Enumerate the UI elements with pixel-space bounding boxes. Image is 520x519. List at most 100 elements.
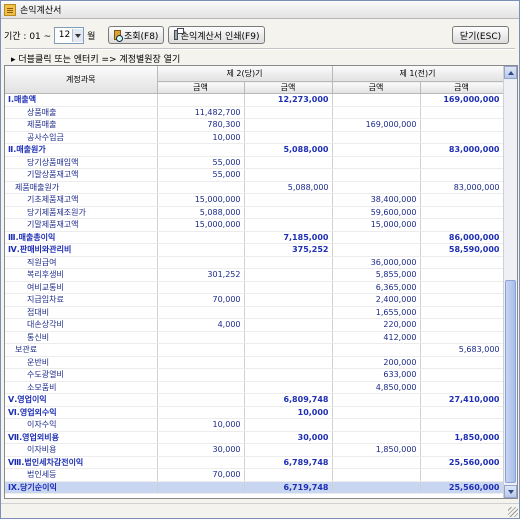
previous-amount-2-cell[interactable]: 1,850,000 bbox=[420, 431, 504, 444]
table-row[interactable]: 수도광열비 633,000 bbox=[5, 368, 504, 382]
account-cell[interactable]: 공사수입금 bbox=[5, 131, 158, 144]
table-row[interactable]: 기말상품재고액 55,000 bbox=[5, 168, 504, 182]
previous-amount-1-cell[interactable] bbox=[332, 406, 421, 419]
current-amount-1-cell[interactable]: 11,482,700 bbox=[157, 106, 245, 119]
current-amount-2-cell[interactable] bbox=[244, 443, 333, 457]
scroll-thumb[interactable] bbox=[505, 280, 516, 483]
previous-amount-2-cell[interactable] bbox=[420, 468, 504, 482]
previous-amount-1-cell[interactable] bbox=[332, 343, 421, 357]
current-amount-1-cell[interactable] bbox=[157, 343, 245, 357]
current-amount-2-cell[interactable] bbox=[244, 256, 333, 269]
previous-amount-2-cell[interactable] bbox=[420, 268, 504, 282]
account-cell[interactable]: Ⅱ.매출원가 bbox=[5, 143, 158, 157]
table-row[interactable]: Ⅳ.판매비와관리비 375,252 58,590,000 bbox=[5, 243, 504, 257]
table-row[interactable]: 법인세등 70,000 bbox=[5, 468, 504, 482]
previous-amount-1-cell[interactable] bbox=[332, 431, 421, 444]
current-amount-2-cell[interactable]: 12,273,000 bbox=[244, 93, 333, 107]
chevron-down-icon[interactable] bbox=[72, 28, 84, 42]
table-row[interactable]: 접대비 1,655,000 bbox=[5, 306, 504, 319]
table-row[interactable]: Ⅸ.당기순이익 6,719,748 25,560,000 bbox=[5, 481, 504, 494]
header-current-period[interactable]: 제 2(당)기 bbox=[157, 66, 333, 82]
account-cell[interactable]: 기초제품재고액 bbox=[5, 193, 158, 207]
previous-amount-1-cell[interactable] bbox=[332, 243, 421, 257]
current-amount-1-cell[interactable]: 4,000 bbox=[157, 318, 245, 332]
current-amount-1-cell[interactable] bbox=[157, 381, 245, 394]
close-button[interactable]: 닫기(ESC) bbox=[452, 26, 509, 44]
current-amount-1-cell[interactable]: 30,000 bbox=[157, 443, 245, 457]
account-cell[interactable]: 통신비 bbox=[5, 331, 158, 344]
previous-amount-1-cell[interactable] bbox=[332, 481, 421, 494]
current-amount-1-cell[interactable] bbox=[157, 356, 245, 369]
previous-amount-2-cell[interactable]: 58,590,000 bbox=[420, 243, 504, 257]
account-cell[interactable]: 제품매출원가 bbox=[5, 181, 158, 194]
account-cell[interactable]: 여비교통비 bbox=[5, 281, 158, 294]
previous-amount-1-cell[interactable] bbox=[332, 231, 421, 244]
current-amount-2-cell[interactable] bbox=[244, 331, 333, 344]
account-cell[interactable]: Ⅸ.당기순이익 bbox=[5, 481, 158, 494]
current-amount-2-cell[interactable] bbox=[244, 206, 333, 219]
previous-amount-2-cell[interactable]: 83,000,000 bbox=[420, 143, 504, 157]
account-cell[interactable]: Ⅲ.매출총이익 bbox=[5, 231, 158, 244]
current-amount-1-cell[interactable]: 55,000 bbox=[157, 156, 245, 169]
previous-amount-1-cell[interactable] bbox=[332, 181, 421, 194]
current-amount-2-cell[interactable] bbox=[244, 268, 333, 282]
table-row[interactable]: 기초제품재고액 15,000,000 38,400,000 bbox=[5, 193, 504, 207]
previous-amount-2-cell[interactable]: 83,000,000 bbox=[420, 181, 504, 194]
table-row[interactable]: 기말제품재고액 15,000,000 15,000,000 bbox=[5, 218, 504, 232]
current-amount-1-cell[interactable]: 55,000 bbox=[157, 168, 245, 182]
previous-amount-2-cell[interactable]: 169,000,000 bbox=[420, 93, 504, 107]
previous-amount-2-cell[interactable] bbox=[420, 356, 504, 369]
account-cell[interactable]: 운반비 bbox=[5, 356, 158, 369]
current-amount-2-cell[interactable] bbox=[244, 168, 333, 182]
current-amount-2-cell[interactable]: 5,088,000 bbox=[244, 143, 333, 157]
current-amount-2-cell[interactable] bbox=[244, 281, 333, 294]
current-amount-2-cell[interactable] bbox=[244, 306, 333, 319]
account-cell[interactable]: 법인세등 bbox=[5, 468, 158, 482]
current-amount-1-cell[interactable]: 10,000 bbox=[157, 418, 245, 432]
table-row[interactable]: 대손상각비 4,000 220,000 bbox=[5, 318, 504, 332]
account-cell[interactable]: 상품매출 bbox=[5, 106, 158, 119]
previous-amount-1-cell[interactable]: 59,600,000 bbox=[332, 206, 421, 219]
table-row[interactable]: 여비교통비 6,365,000 bbox=[5, 281, 504, 294]
table-row[interactable]: Ⅷ.법인세차감전이익 6,789,748 25,560,000 bbox=[5, 456, 504, 469]
scroll-up-icon[interactable] bbox=[504, 66, 517, 79]
current-amount-1-cell[interactable] bbox=[157, 181, 245, 194]
previous-amount-2-cell[interactable] bbox=[420, 406, 504, 419]
table-row[interactable]: 당기상품매입액 55,000 bbox=[5, 156, 504, 169]
current-amount-2-cell[interactable] bbox=[244, 468, 333, 482]
scroll-down-icon[interactable] bbox=[504, 485, 517, 498]
account-cell[interactable]: 소모품비 bbox=[5, 381, 158, 394]
header-previous-amount-1[interactable]: 금액 bbox=[332, 81, 421, 94]
current-amount-2-cell[interactable] bbox=[244, 368, 333, 382]
header-current-amount-1[interactable]: 금액 bbox=[157, 81, 245, 94]
previous-amount-2-cell[interactable] bbox=[420, 193, 504, 207]
current-amount-1-cell[interactable] bbox=[157, 93, 245, 107]
current-amount-1-cell[interactable] bbox=[157, 243, 245, 257]
table-row[interactable]: Ⅵ.영업외수익 10,000 bbox=[5, 406, 504, 419]
previous-amount-1-cell[interactable] bbox=[332, 168, 421, 182]
previous-amount-2-cell[interactable] bbox=[420, 418, 504, 432]
previous-amount-2-cell[interactable] bbox=[420, 168, 504, 182]
table-row[interactable]: Ⅰ.매출액 12,273,000 169,000,000 bbox=[5, 93, 504, 107]
account-cell[interactable]: 기말제품재고액 bbox=[5, 218, 158, 232]
previous-amount-2-cell[interactable] bbox=[420, 256, 504, 269]
previous-amount-1-cell[interactable] bbox=[332, 131, 421, 144]
current-amount-1-cell[interactable] bbox=[157, 406, 245, 419]
account-cell[interactable]: 이자수익 bbox=[5, 418, 158, 432]
previous-amount-2-cell[interactable] bbox=[420, 381, 504, 394]
header-previous-period[interactable]: 제 1(전)기 bbox=[332, 66, 504, 82]
current-amount-1-cell[interactable] bbox=[157, 456, 245, 469]
previous-amount-1-cell[interactable]: 5,855,000 bbox=[332, 268, 421, 282]
current-amount-2-cell[interactable] bbox=[244, 418, 333, 432]
account-cell[interactable]: 복리후생비 bbox=[5, 268, 158, 282]
previous-amount-2-cell[interactable] bbox=[420, 206, 504, 219]
previous-amount-1-cell[interactable]: 220,000 bbox=[332, 318, 421, 332]
table-row[interactable]: 직원급여 36,000,000 bbox=[5, 256, 504, 269]
account-cell[interactable]: 제품매출 bbox=[5, 118, 158, 132]
table-row[interactable]: 통신비 412,000 bbox=[5, 331, 504, 344]
table-row[interactable]: 지급임차료 70,000 2,400,000 bbox=[5, 293, 504, 307]
previous-amount-1-cell[interactable] bbox=[332, 143, 421, 157]
previous-amount-1-cell[interactable]: 6,365,000 bbox=[332, 281, 421, 294]
previous-amount-1-cell[interactable]: 633,000 bbox=[332, 368, 421, 382]
table-row[interactable]: Ⅴ.영업이익 6,809,748 27,410,000 bbox=[5, 393, 504, 407]
